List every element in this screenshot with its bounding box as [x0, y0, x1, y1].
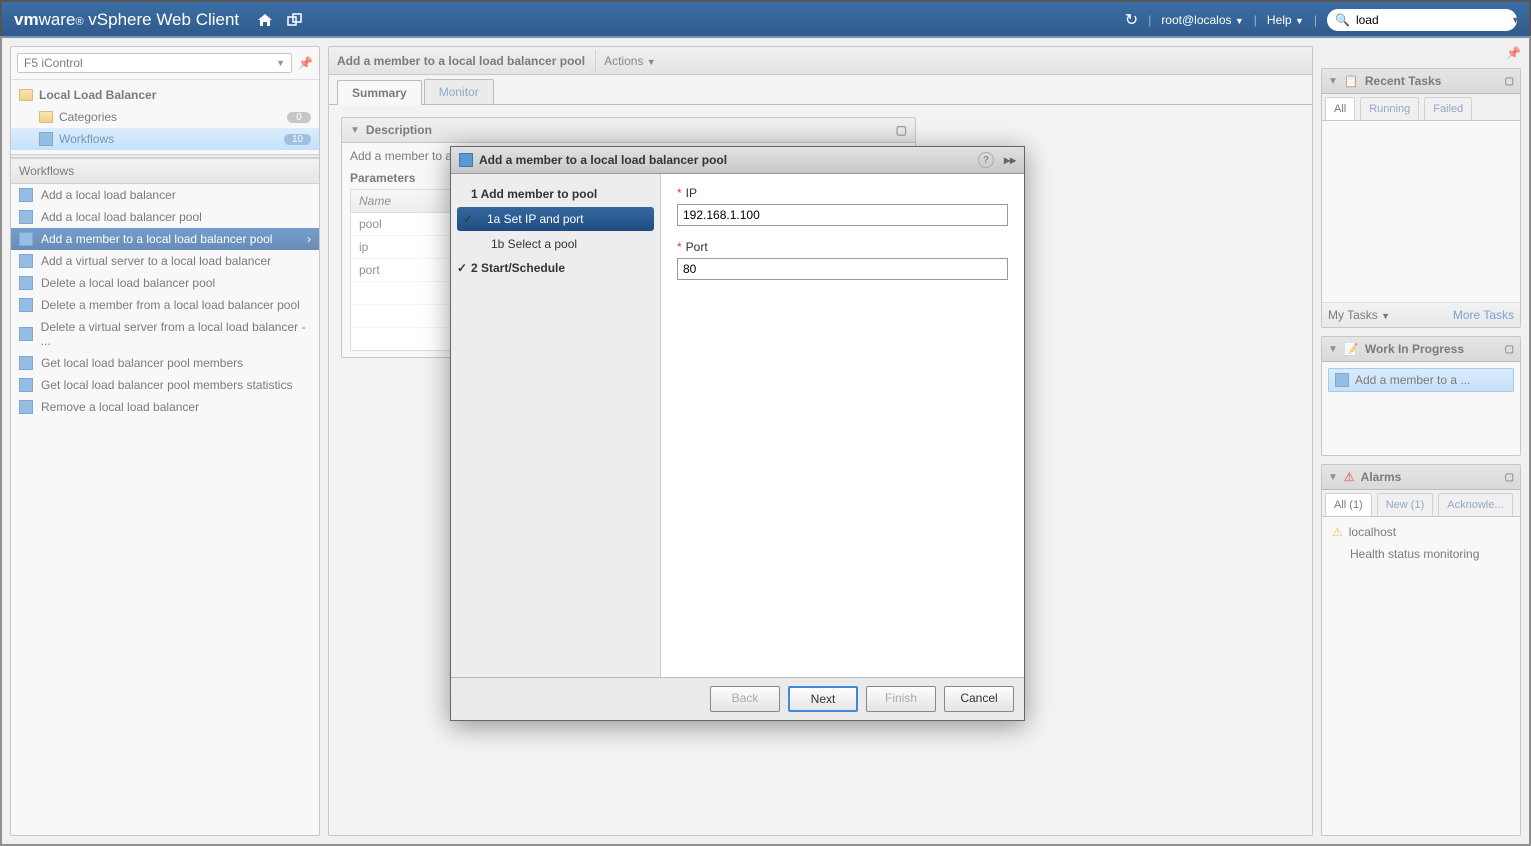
dialog-title: Add a member to a local load balancer po… — [479, 153, 727, 167]
search-icon: 🔍 — [1335, 13, 1350, 27]
home-icon[interactable] — [257, 13, 273, 27]
help-icon[interactable]: ? — [978, 152, 994, 168]
search-input[interactable]: 🔍 ▼ — [1327, 9, 1517, 31]
user-menu[interactable]: root@localos ▼ — [1161, 13, 1243, 27]
port-label: *Port — [677, 240, 1008, 254]
wiz-step-1[interactable]: 1 Add member to pool — [451, 182, 660, 206]
back-button: Back — [710, 686, 780, 712]
ip-label: *IP — [677, 186, 1008, 200]
app-logo: vmware® vSphere Web Client — [14, 10, 239, 30]
cancel-button[interactable]: Cancel — [944, 686, 1014, 712]
wiz-step-1a[interactable]: 1a Set IP and port — [457, 207, 654, 231]
finish-button: Finish — [866, 686, 936, 712]
help-menu[interactable]: Help ▼ — [1267, 13, 1304, 27]
search-field[interactable] — [1356, 13, 1511, 27]
wizard-dialog: Add a member to a local load balancer po… — [450, 146, 1025, 721]
port-input[interactable] — [677, 258, 1008, 280]
workflow-icon — [459, 153, 473, 167]
next-button[interactable]: Next — [788, 686, 858, 712]
link-icon[interactable] — [287, 13, 303, 27]
ip-input[interactable] — [677, 204, 1008, 226]
wiz-step-1b[interactable]: 1b Select a pool — [451, 232, 660, 256]
search-dropdown-icon[interactable]: ▼ — [1511, 15, 1520, 25]
refresh-icon[interactable]: ↻ — [1125, 10, 1138, 30]
wiz-step-2[interactable]: 2 Start/Schedule — [451, 256, 660, 280]
expand-icon[interactable]: ▸▸ — [1004, 153, 1016, 167]
